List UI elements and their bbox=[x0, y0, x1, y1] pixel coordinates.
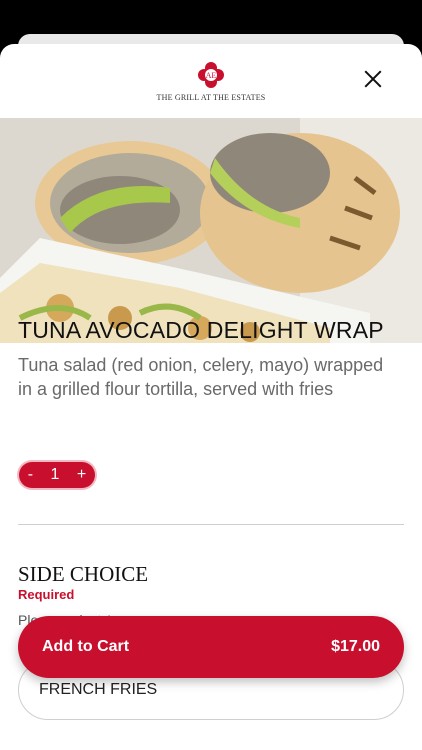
side-choice-title: SIDE CHOICE bbox=[18, 562, 149, 586]
close-icon[interactable] bbox=[364, 70, 382, 88]
quantity-value: 1 bbox=[50, 466, 60, 483]
divider bbox=[18, 524, 404, 525]
cart-price: $17.00 bbox=[331, 638, 380, 655]
item-title: TUNA AVOCADO DELIGHT WRAP bbox=[18, 317, 384, 343]
item-description: Tuna salad (red onion, celery, mayo) wra… bbox=[18, 355, 384, 399]
wrap-photo bbox=[0, 118, 422, 343]
logo-monogram: AE bbox=[206, 71, 217, 80]
quantity-stepper[interactable]: - 1 + bbox=[19, 462, 95, 488]
add-to-cart-label: Add to Cart bbox=[42, 638, 130, 655]
modal-header: AE THE GRILL AT THE ESTATES bbox=[0, 44, 422, 118]
increment-button[interactable]: + bbox=[77, 466, 86, 484]
decrement-button[interactable]: - bbox=[28, 466, 33, 484]
required-badge: Required bbox=[18, 587, 75, 602]
logo-icon: AE bbox=[198, 61, 224, 88]
food-image bbox=[0, 118, 422, 343]
screen: AE THE GRILL AT THE ESTATES TUNA AVOCADO… bbox=[0, 0, 422, 750]
add-to-cart-button[interactable]: Add to Cart $17.00 bbox=[18, 616, 404, 678]
logo-text: THE GRILL AT THE ESTATES bbox=[156, 92, 266, 102]
